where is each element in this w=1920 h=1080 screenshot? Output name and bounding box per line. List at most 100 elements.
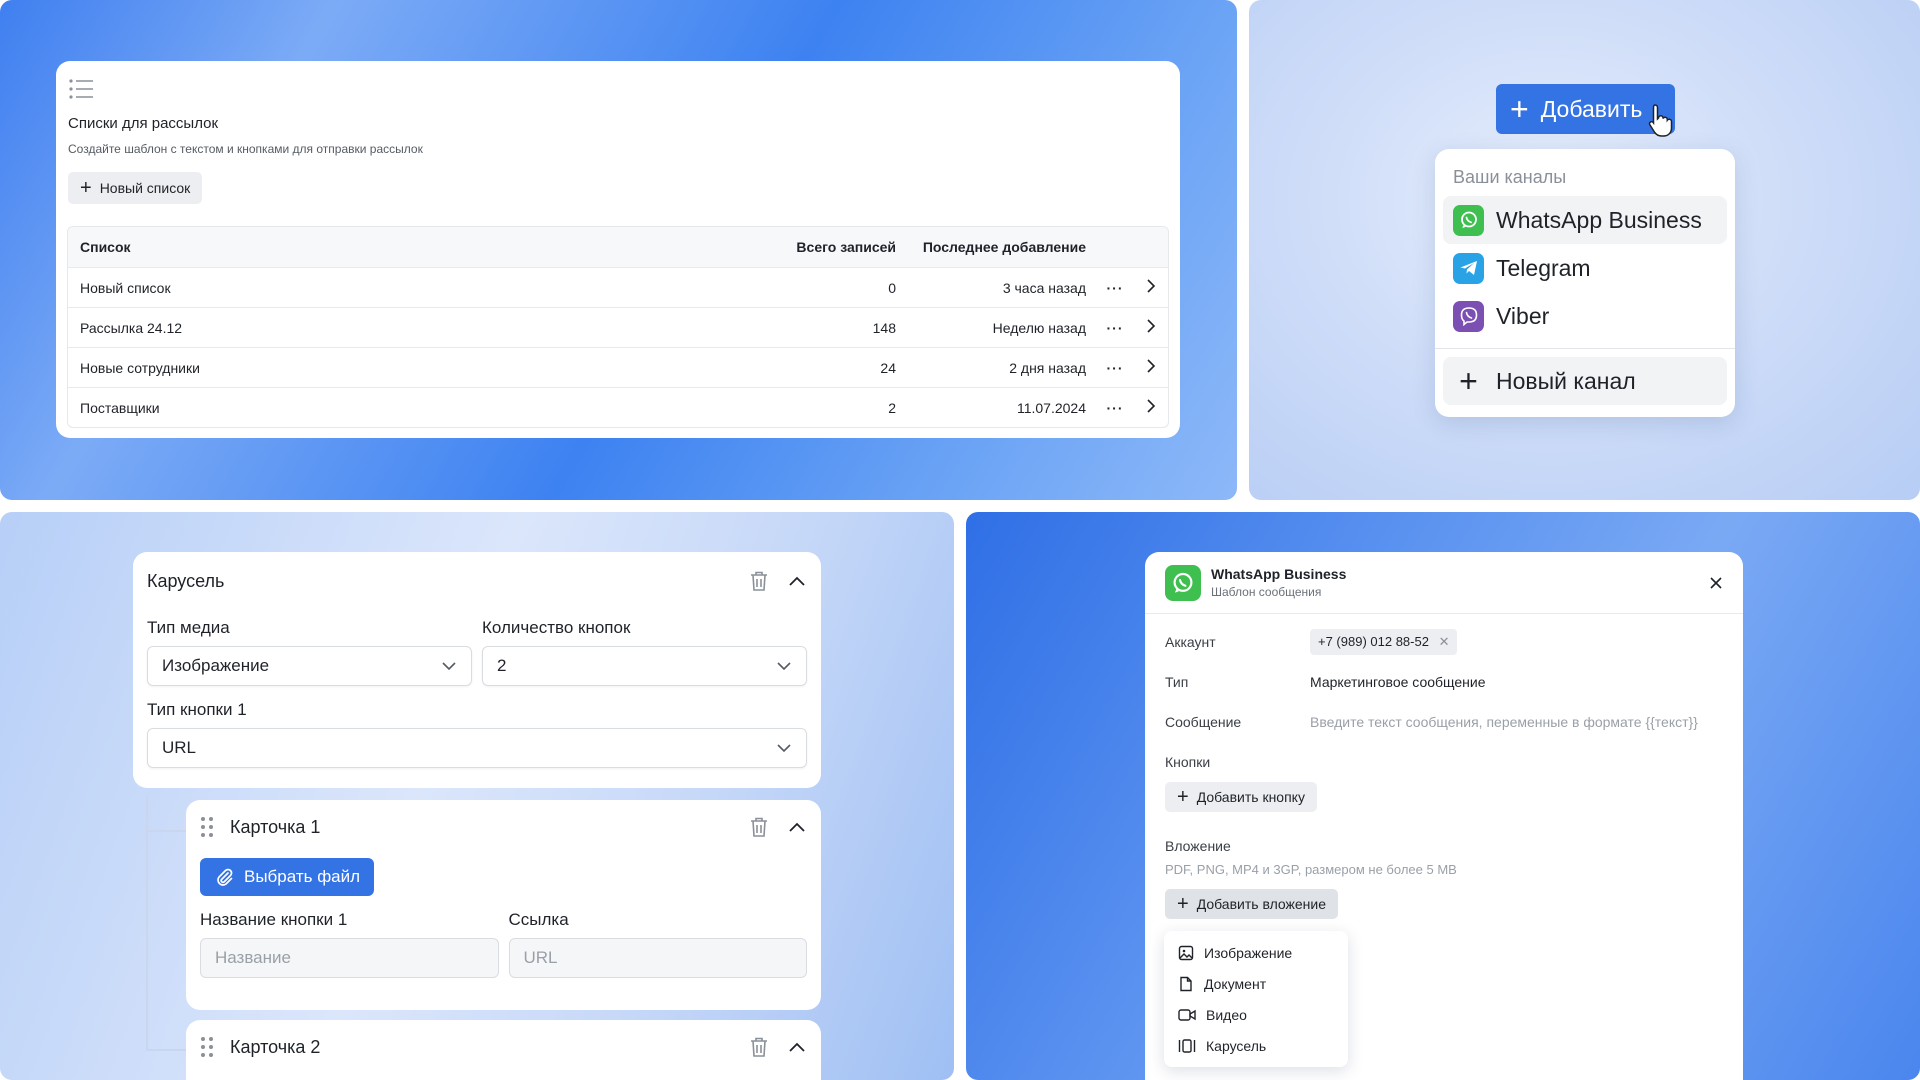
chevron-down-icon	[442, 662, 456, 671]
buttons-label: Кнопки	[1165, 754, 1211, 770]
type-label: Тип	[1165, 674, 1189, 690]
carousel-panel: Карусель Тип медиа Изображение Количеств…	[0, 512, 954, 1080]
plus-icon: +	[1459, 363, 1478, 399]
whatsapp-icon	[1453, 204, 1484, 236]
col-list: Список	[80, 239, 131, 255]
row-count: 0	[888, 279, 896, 296]
table-header: Список Всего записей Последнее добавлени…	[68, 227, 1168, 267]
trash-icon[interactable]	[749, 570, 769, 592]
carousel-title: Карусель	[147, 570, 225, 591]
new-list-label: Новый список	[99, 180, 191, 196]
card1-title: Карточка 1	[230, 816, 321, 837]
divider	[1435, 348, 1735, 349]
media-type-select[interactable]: Изображение	[147, 646, 472, 686]
menu-item-label: Карусель	[1206, 1037, 1267, 1054]
channel-label: Telegram	[1496, 254, 1591, 281]
table-row[interactable]: Новые сотрудники 24 2 дня назад ···	[68, 347, 1168, 387]
drag-handle-icon[interactable]	[200, 1036, 214, 1058]
lists-subtitle: Создайте шаблон с текстом и кнопками для…	[68, 142, 423, 156]
menu-item-video[interactable]: Видео	[1164, 999, 1348, 1030]
row-name: Новые сотрудники	[80, 359, 200, 376]
table-row[interactable]: Новый список 0 3 часа назад ···	[68, 267, 1168, 307]
button-type-value: URL	[162, 738, 197, 757]
template-header: WhatsApp Business Шаблон сообщения	[1145, 552, 1743, 614]
more-icon[interactable]: ···	[1096, 280, 1134, 296]
document-icon	[1180, 976, 1192, 991]
template-subtitle: Шаблон сообщения	[1211, 585, 1322, 599]
message-label: Сообщение	[1165, 714, 1242, 730]
trash-icon[interactable]	[749, 1036, 769, 1058]
buttons-row: Кнопки	[1145, 742, 1743, 782]
channel-label: Viber	[1496, 302, 1550, 329]
lists-title: Списки для рассылок	[68, 115, 219, 132]
row-count: 24	[880, 359, 896, 376]
card2-header: Карточка 2	[200, 1036, 807, 1058]
menu-item-label: Документ	[1204, 975, 1267, 992]
whatsapp-icon	[1165, 564, 1201, 601]
chevron-up-icon[interactable]	[787, 574, 807, 588]
attachment-hint: PDF, PNG, MP4 и 3GP, размером не более 5…	[1165, 862, 1457, 877]
account-row: Аккаунт +7 (989) 012 88-52 ✕	[1145, 622, 1743, 662]
table-row[interactable]: Рассылка 24.12 148 Неделю назад ···	[68, 307, 1168, 347]
channels-header: Ваши каналы	[1453, 167, 1567, 187]
chevron-right-icon[interactable]	[1134, 319, 1168, 336]
menu-item-document[interactable]: Документ	[1164, 968, 1348, 999]
message-input[interactable]: Введите текст сообщения, переменные в фо…	[1310, 714, 1698, 730]
chevron-right-icon[interactable]	[1134, 359, 1168, 376]
add-button-button[interactable]: + Добавить кнопку	[1165, 782, 1317, 812]
tree-branch	[146, 830, 186, 832]
trash-icon[interactable]	[749, 816, 769, 838]
tree-line	[146, 795, 148, 1050]
account-chip[interactable]: +7 (989) 012 88-52 ✕	[1310, 629, 1458, 655]
channel-whatsapp[interactable]: WhatsApp Business	[1443, 196, 1727, 244]
type-value[interactable]: Маркетинговое сообщение	[1310, 674, 1486, 690]
template-card: WhatsApp Business Шаблон сообщения Аккау…	[1145, 552, 1743, 1080]
more-icon[interactable]: ···	[1096, 400, 1134, 416]
menu-item-image[interactable]: Изображение	[1164, 937, 1348, 968]
attachment-label: Вложение	[1165, 838, 1231, 854]
video-icon	[1178, 1008, 1196, 1021]
channel-telegram[interactable]: Telegram	[1443, 244, 1727, 292]
channel-viber[interactable]: Viber	[1443, 292, 1727, 340]
new-channel-item[interactable]: + Новый канал	[1443, 357, 1727, 405]
type-row: Тип Маркетинговое сообщение	[1145, 662, 1743, 702]
plus-icon: +	[80, 177, 92, 199]
menu-item-carousel[interactable]: Карусель	[1164, 1030, 1348, 1061]
row-count: 2	[888, 399, 896, 416]
buttons-count-select[interactable]: 2	[482, 646, 807, 686]
chevron-up-icon[interactable]	[787, 820, 807, 834]
remove-icon[interactable]: ✕	[1439, 634, 1450, 649]
more-icon[interactable]: ···	[1096, 360, 1134, 376]
card1-header: Карточка 1	[200, 816, 807, 838]
add-button-label: Добавить	[1540, 95, 1643, 122]
chevron-right-icon[interactable]	[1134, 399, 1168, 416]
new-list-button[interactable]: + Новый список	[68, 172, 203, 204]
channels-dropdown: Ваши каналы WhatsApp Business Telegram V…	[1435, 149, 1735, 417]
button-type-select[interactable]: URL	[147, 728, 807, 768]
button-name-input[interactable]: Название	[200, 938, 499, 978]
lists-table: Список Всего записей Последнее добавлени…	[67, 226, 1169, 428]
chevron-up-icon[interactable]	[787, 1040, 807, 1054]
chevron-right-icon[interactable]	[1134, 279, 1168, 296]
row-last: 11.07.2024	[1016, 399, 1086, 416]
link-label: Ссылка	[508, 910, 569, 929]
viber-icon	[1453, 300, 1484, 332]
add-attachment-label: Добавить вложение	[1196, 896, 1327, 912]
row-name: Рассылка 24.12	[80, 319, 183, 336]
template-panel: WhatsApp Business Шаблон сообщения Аккау…	[966, 512, 1920, 1080]
choose-file-label: Выбрать файл	[244, 867, 361, 886]
close-icon[interactable]	[1709, 576, 1723, 590]
more-icon[interactable]: ···	[1096, 320, 1134, 336]
carousel-card-2: Карточка 2	[186, 1020, 821, 1080]
drag-handle-icon[interactable]	[200, 816, 214, 838]
col-last: Последнее добавление	[922, 239, 1086, 255]
hand-cursor-icon	[1648, 104, 1673, 137]
choose-file-button[interactable]: Выбрать файл	[200, 858, 375, 896]
row-last: Неделю назад	[992, 319, 1086, 336]
table-row[interactable]: Поставщики 2 11.07.2024 ···	[68, 387, 1168, 427]
link-input[interactable]: URL	[508, 938, 807, 978]
buttons-count-value: 2	[497, 656, 507, 675]
menu-item-label: Изображение	[1204, 944, 1293, 961]
card2-title: Карточка 2	[230, 1036, 321, 1057]
add-attachment-button[interactable]: + Добавить вложение	[1165, 889, 1339, 919]
